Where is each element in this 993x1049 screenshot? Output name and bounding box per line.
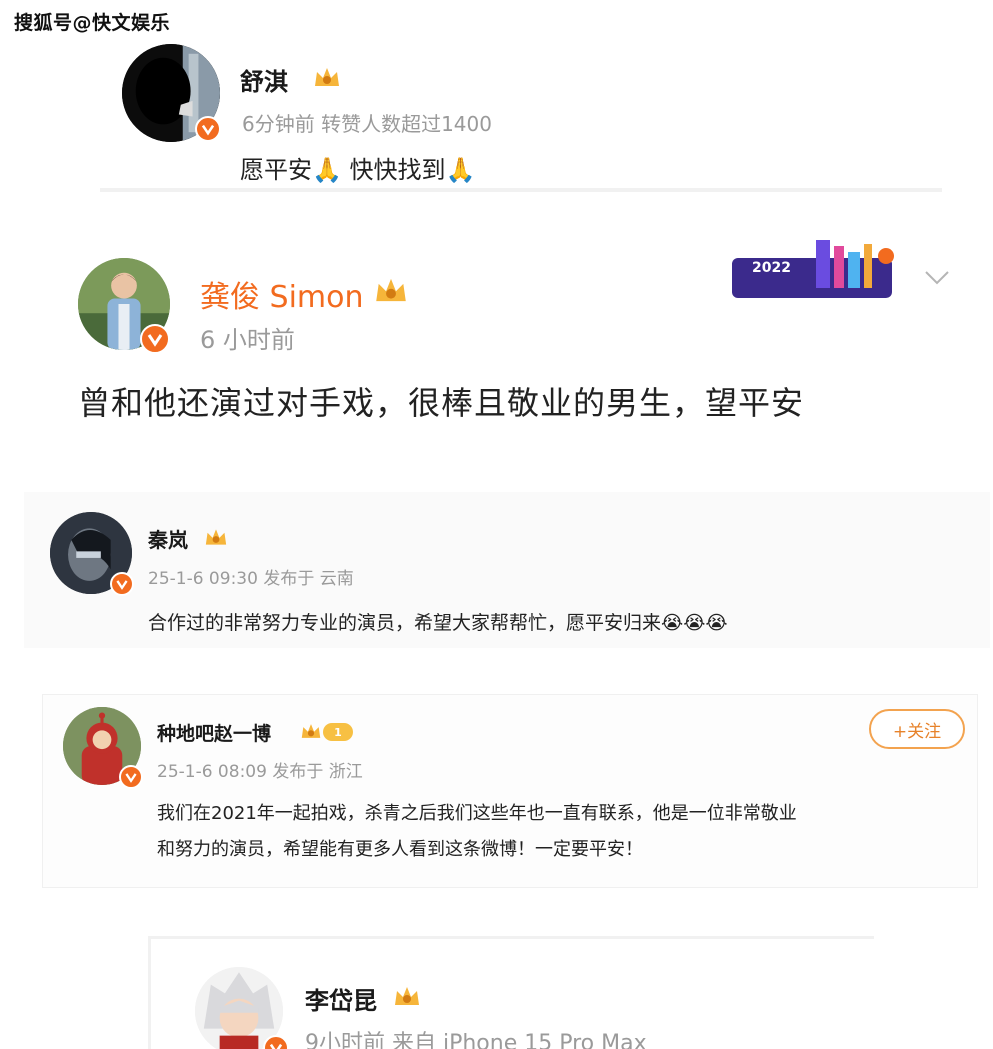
post-meta: 9小时前 来自 iPhone 15 Pro Max: [305, 1031, 647, 1049]
post-meta: 25-1-6 08:09 发布于 浙江: [157, 762, 363, 782]
post-card-lidaikun: 李岱昆 9小时前 来自 iPhone 15 Pro Max: [148, 936, 874, 1049]
crown-icon: [372, 274, 410, 306]
post-card-gongjun: 龚俊 Simon 6 小时前 曾和他还演过对手戏，很棒且敬业的男生，望平安 20…: [44, 238, 978, 444]
verified-icon: [110, 572, 134, 596]
post-content: 愿平安🙏 快快找到🙏: [240, 156, 476, 184]
verified-icon: [263, 1035, 289, 1049]
post-meta: 6 小时前: [200, 326, 295, 354]
crown-icon: [202, 526, 230, 548]
follow-button[interactable]: +关注: [869, 709, 965, 749]
divider: [100, 188, 942, 192]
crown-icon: [391, 983, 423, 1009]
post-content-line2: 和努力的演员，希望能有更多人看到这条微博！一定要平安！: [157, 839, 643, 860]
banner-year: 2022: [752, 260, 791, 276]
post-content: 合作过的非常努力专业的演员，希望大家帮帮忙，愿平安归来😭😭😭: [148, 612, 728, 634]
level-badge: 1: [323, 723, 353, 741]
watermark: 搜狐号@快文娱乐: [14, 12, 171, 34]
post-author-name[interactable]: 李岱昆: [305, 981, 377, 1016]
post-author-name[interactable]: 舒淇: [240, 62, 288, 97]
post-author-name[interactable]: 种地吧赵一博: [157, 719, 271, 746]
post-content-line1: 我们在2021年一起拍戏，杀青之后我们这些年也一直有联系，他是一位非常敬业: [157, 803, 797, 824]
crown-icon: [299, 721, 323, 741]
post-card-zhaoyibo: 种地吧赵一博 1 25-1-6 08:09 发布于 浙江 我们在2021年一起拍…: [42, 694, 978, 888]
post-meta: 25-1-6 09:30 发布于 云南: [148, 569, 354, 589]
event-banner[interactable]: 2022: [726, 240, 904, 302]
post-card-qinlan: 秦岚 25-1-6 09:30 发布于 云南 合作过的非常努力专业的演员，希望大…: [24, 492, 990, 648]
post-author-name[interactable]: 秦岚: [148, 524, 188, 553]
crown-icon: [312, 64, 342, 90]
verified-icon: [119, 765, 143, 789]
post-author-name[interactable]: 龚俊 Simon: [200, 272, 364, 316]
post-content: 曾和他还演过对手戏，很棒且敬业的男生，望平安: [78, 384, 805, 422]
post-card-shuqi: 舒淇 6分钟前 转赞人数超过1400 愿平安🙏 快快找到🙏: [100, 36, 950, 196]
verified-icon: [195, 116, 221, 142]
post-meta: 6分钟前 转赞人数超过1400: [242, 112, 492, 136]
chevron-down-icon[interactable]: [922, 268, 952, 288]
verified-icon: [140, 324, 170, 354]
